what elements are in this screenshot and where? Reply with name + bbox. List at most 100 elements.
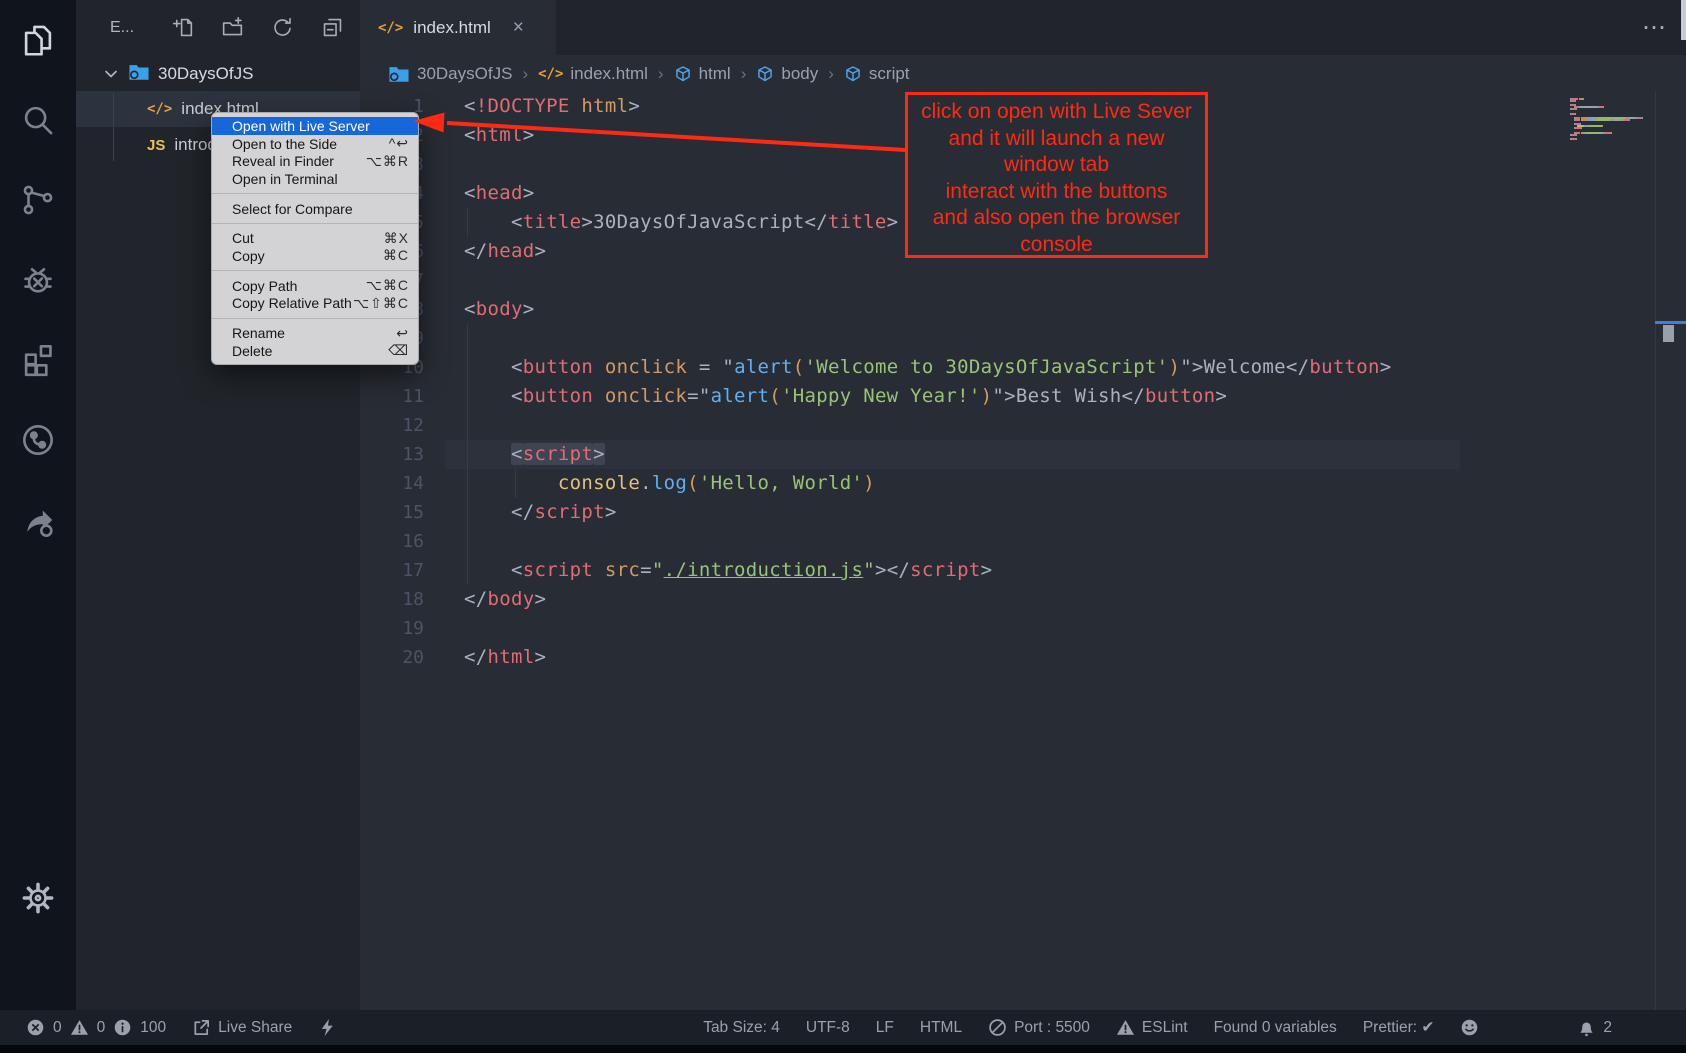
problems-indicator[interactable]: 00100 <box>26 1018 166 1037</box>
breadcrumb-item-body[interactable]: body <box>756 64 818 84</box>
tree-folder-row[interactable]: 30DaysOfJS <box>76 57 360 91</box>
menu-item-shortcut: ⌥⇧⌘C <box>353 295 409 312</box>
debug-icon[interactable] <box>19 261 57 299</box>
code-line-10[interactable]: <button onclick = "alert('Welcome to 30D… <box>464 353 1392 382</box>
status-bar: 00100Live Share Tab Size: 4UTF-8LFHTMLPo… <box>0 1010 1686 1045</box>
code-line-20[interactable]: </html> <box>464 643 1392 672</box>
refresh-icon[interactable] <box>271 16 294 39</box>
more-actions-icon[interactable]: ⋯ <box>1642 23 1668 33</box>
scrollbar-thumb[interactable] <box>1663 325 1674 342</box>
menu-item-label: Open to the Side <box>232 136 389 152</box>
code-line-18[interactable]: </body> <box>464 585 1392 614</box>
code-token: title <box>828 211 887 233</box>
status-eslint[interactable]: ESLint <box>1116 1018 1188 1037</box>
breadcrumb-label: index.html <box>570 64 647 84</box>
breadcrumb-label: 30DaysOfJS <box>417 64 512 84</box>
error-count: 0 <box>53 1019 62 1037</box>
status-2[interactable]: 2 <box>1577 1018 1612 1037</box>
menu-item-open-in-terminal[interactable]: Open in Terminal <box>212 170 418 188</box>
code-token: > <box>628 95 640 117</box>
status-label: Live Share <box>218 1019 292 1037</box>
menu-item-copy[interactable]: Copy⌘C <box>212 247 418 265</box>
collapse-all-icon[interactable] <box>321 16 344 39</box>
live-share-icon[interactable] <box>19 421 57 459</box>
menu-item-reveal-in-finder[interactable]: Reveal in Finder⌥⌘R <box>212 152 418 170</box>
port-icon <box>988 1018 1007 1037</box>
share-icon[interactable] <box>19 501 57 539</box>
menu-item-select-for-compare[interactable]: Select for Compare <box>212 200 418 218</box>
code-line-9[interactable] <box>464 324 1392 353</box>
breadcrumb-item-30DaysOfJS[interactable]: 30DaysOfJS <box>388 64 512 84</box>
code-token: . <box>640 472 652 494</box>
code-line-13[interactable]: <script> <box>464 440 1392 469</box>
close-icon[interactable]: × <box>513 18 524 37</box>
tab-bar: </> index.html × ⋯ <box>360 0 1686 55</box>
status-lightning[interactable] <box>318 1018 337 1037</box>
code-token: log <box>652 472 687 494</box>
source-control-icon[interactable] <box>19 181 57 219</box>
breadcrumb-item-script[interactable]: script <box>844 64 910 84</box>
code-line-11[interactable]: <button onclick="alert('Happy New Year!'… <box>464 382 1392 411</box>
code-token: ) <box>863 472 875 494</box>
settings-gear-icon[interactable] <box>19 879 57 917</box>
code-line-17[interactable]: <script src="./introduction.js"></script… <box>464 556 1392 585</box>
breadcrumb-item-html[interactable]: html <box>674 64 731 84</box>
menu-item-cut[interactable]: Cut⌘X <box>212 229 418 247</box>
new-file-icon[interactable] <box>171 16 194 39</box>
status-html[interactable]: HTML <box>920 1019 962 1037</box>
code-token: ) <box>1168 356 1180 378</box>
status-found-0-variables[interactable]: Found 0 variables <box>1214 1019 1337 1037</box>
status-lf[interactable]: LF <box>876 1019 894 1037</box>
annotation-line: and it will launch a new <box>908 126 1205 153</box>
breadcrumb: 30DaysOfJS›</>index.html›html›body›scrip… <box>360 55 1686 92</box>
menu-separator <box>212 223 418 224</box>
menu-item-copy-path[interactable]: Copy Path⌥⌘C <box>212 277 418 295</box>
code-line-8[interactable]: <body> <box>464 295 1392 324</box>
status-live-share[interactable]: Live Share <box>192 1018 292 1037</box>
code-token: </ <box>1286 356 1309 378</box>
code-token: button <box>1309 356 1379 378</box>
menu-item-open-to-the-side[interactable]: Open to the Side^↩ <box>212 135 418 153</box>
status-label: Tab Size: 4 <box>703 1019 780 1037</box>
search-icon[interactable] <box>19 101 57 139</box>
code-token: alert <box>734 356 793 378</box>
warning-count: 0 <box>97 1019 106 1037</box>
code-token <box>593 559 605 581</box>
line-number: 15 <box>360 498 424 527</box>
new-folder-icon[interactable] <box>221 16 244 39</box>
editor-actions: ⋯ <box>1616 0 1668 55</box>
status-right: Tab Size: 4 UTF-8 LF HTML Port : 5500 ESLint F… <box>703 1018 1686 1037</box>
code-token: =" <box>687 385 710 407</box>
status-tab-size--4[interactable]: Tab Size: 4 <box>703 1019 780 1037</box>
minimap[interactable] <box>1570 98 1656 140</box>
breadcrumb-item-index.html[interactable]: </>index.html <box>538 64 648 84</box>
status-smiley[interactable] <box>1460 1018 1479 1037</box>
menu-item-rename[interactable]: Rename↩ <box>212 324 418 342</box>
explorer-icon[interactable] <box>19 21 57 59</box>
code-token: " <box>722 356 734 378</box>
code-line-7[interactable] <box>464 266 1392 295</box>
menu-item-copy-relative-path[interactable]: Copy Relative Path⌥⇧⌘C <box>212 295 418 313</box>
status-prettier--✔[interactable]: Prettier: ✔ <box>1363 1018 1435 1037</box>
code-token: < <box>464 182 476 204</box>
code-line-19[interactable] <box>464 614 1392 643</box>
folder-icon <box>388 64 410 84</box>
code-token: </ <box>464 240 487 262</box>
code-line-12[interactable] <box>464 411 1392 440</box>
status-utf-8[interactable]: UTF-8 <box>806 1019 850 1037</box>
code-token <box>464 559 511 581</box>
menu-item-delete[interactable]: Delete⌫ <box>212 342 418 360</box>
code-line-14[interactable]: console.log('Hello, World') <box>464 469 1392 498</box>
extensions-icon[interactable] <box>19 341 57 379</box>
code-line-16[interactable] <box>464 527 1392 556</box>
menu-item-open-with-live-server[interactable]: Open with Live Server <box>212 117 418 135</box>
code-token: console <box>558 472 640 494</box>
status-port---5500[interactable]: Port : 5500 <box>988 1018 1090 1037</box>
menu-item-shortcut: ⌫ <box>388 342 409 359</box>
code-token: html <box>487 646 534 668</box>
code-token: < <box>511 443 523 465</box>
code-token: 'Happy New Year!' <box>781 385 981 407</box>
tab-index-html[interactable]: </> index.html × <box>360 0 556 55</box>
code-line-15[interactable]: </script> <box>464 498 1392 527</box>
status-label: Port : 5500 <box>1014 1019 1090 1037</box>
